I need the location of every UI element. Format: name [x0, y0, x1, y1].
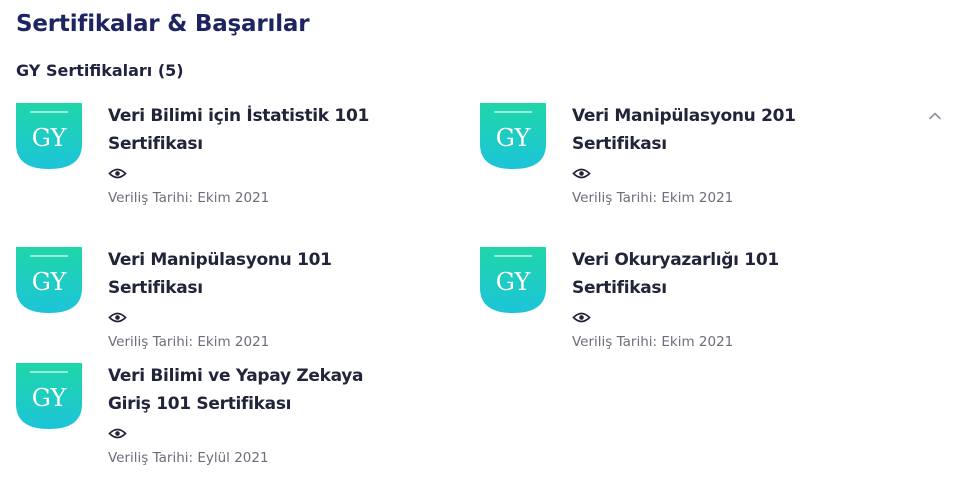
certificate-title: Veri Okuryazarlığı 101 Sertifikası — [572, 250, 779, 298]
badge-label: GY — [496, 268, 532, 296]
certificate-badge: GY — [16, 247, 82, 313]
certificate-title: Veri Manipülasyonu 101 Sertifikası — [108, 250, 332, 298]
eye-icon[interactable] — [108, 309, 127, 323]
certificate-badge: GY — [480, 103, 546, 169]
eye-icon[interactable] — [572, 165, 591, 179]
certificate-date: Veriliş Tarihi: Ekim 2021 — [108, 334, 270, 350]
certificate-title: Veri Manipülasyonu 201 Sertifikası — [572, 106, 796, 154]
certificate-date: Veriliş Tarihi: Eylül 2021 — [108, 450, 269, 466]
badge-label: GY — [32, 384, 68, 412]
certificate-badge: GY — [16, 103, 82, 169]
badge-label: GY — [496, 124, 532, 152]
certificate-badge: GY — [16, 363, 82, 429]
chevron-up-icon[interactable] — [928, 108, 942, 122]
eye-icon[interactable] — [108, 165, 127, 179]
badge-label: GY — [32, 268, 68, 296]
section-heading: GY Sertifikaları (5) — [16, 61, 184, 80]
badge-label: GY — [32, 124, 68, 152]
page-title: Sertifikalar & Başarılar — [16, 11, 310, 37]
certificate-title: Veri Bilimi için İstatistik 101 Sertifik… — [108, 106, 370, 154]
eye-icon[interactable] — [572, 309, 591, 323]
certificate-date: Veriliş Tarihi: Ekim 2021 — [572, 334, 734, 350]
certificate-badge: GY — [480, 247, 546, 313]
certificate-date: Veriliş Tarihi: Ekim 2021 — [108, 190, 270, 206]
eye-icon[interactable] — [108, 425, 127, 439]
certificate-date: Veriliş Tarihi: Ekim 2021 — [572, 190, 734, 206]
certificate-title: Veri Bilimi ve Yapay Zekaya Giriş 101 Se… — [108, 366, 364, 414]
